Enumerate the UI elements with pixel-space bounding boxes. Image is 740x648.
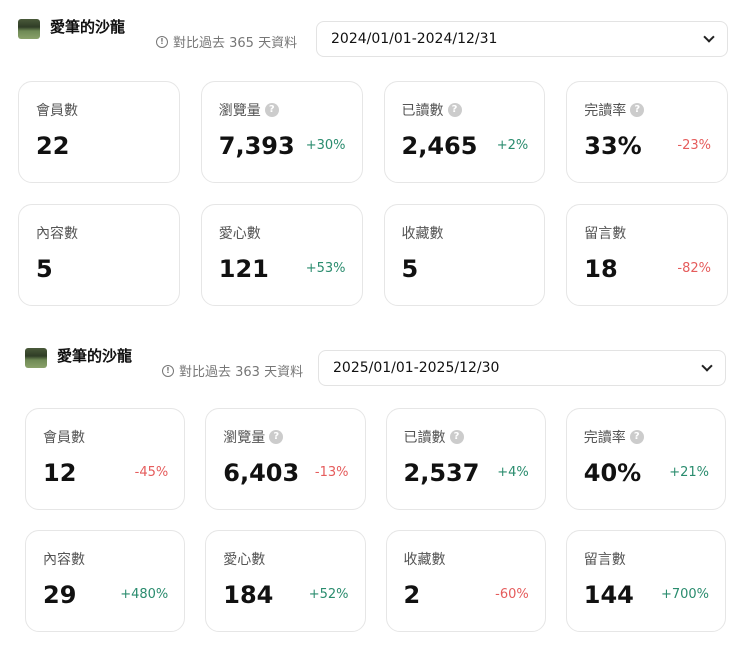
- stat-card: 已讀數? 2,537 +4%: [385, 408, 546, 510]
- compare-text: 對比過去 363 天資料: [179, 365, 304, 380]
- stat-change: +4%: [497, 465, 529, 480]
- stat-label: 已讀數: [403, 430, 446, 446]
- compare-text: 對比過去 365 天資料: [173, 36, 298, 51]
- info-icon: !: [156, 35, 168, 48]
- stat-change: +53%: [305, 261, 346, 276]
- chevron-down-icon: [703, 31, 715, 43]
- date-range-value: 2024/01/01-2024/12/31: [331, 31, 498, 47]
- stat-value: 2,465: [401, 132, 478, 160]
- stats-grid: 會員數 22 瀏覽量? 7,393 +30% 已讀數? 2,465 +2% 完讀…: [18, 81, 728, 306]
- chevron-down-icon: [701, 360, 713, 372]
- stat-change: +480%: [120, 587, 169, 602]
- stat-value: 184: [223, 581, 274, 609]
- date-range-value: 2025/01/01-2025/12/30: [333, 360, 500, 376]
- stat-value: 6,403: [223, 459, 300, 487]
- stat-value: 33%: [584, 132, 642, 160]
- section-header: 愛筆的沙龍 ! 對比過去 365 天資料 2024/01/01-2024/12/3…: [18, 15, 728, 65]
- stat-card: 已讀數? 2,465 +2%: [383, 81, 546, 183]
- stat-card: 完讀率? 40% +21%: [565, 408, 726, 510]
- stat-value: 7,393: [218, 132, 295, 160]
- stat-change: +700%: [660, 587, 709, 602]
- help-icon[interactable]: ?: [269, 430, 284, 444]
- stat-label: 愛心數: [218, 226, 261, 242]
- help-icon[interactable]: ?: [264, 103, 279, 117]
- stats-section-2024: 愛筆的沙龍 ! 對比過去 365 天資料 2024/01/01-2024/12/3…: [18, 15, 728, 306]
- stat-card: 收藏數 2 -60%: [385, 530, 546, 632]
- stat-card: 完讀率? 33% -23%: [566, 81, 728, 183]
- stat-value: 22: [36, 132, 70, 160]
- stat-change: -60%: [495, 587, 529, 602]
- stat-value: 29: [43, 581, 77, 609]
- stat-change: +30%: [305, 138, 346, 153]
- stat-card: 瀏覽量? 6,403 -13%: [205, 408, 366, 510]
- stat-label: 已讀數: [401, 103, 444, 119]
- stat-card: 收藏數 5: [383, 204, 546, 306]
- stat-card: 愛心數 121 +53%: [200, 204, 363, 306]
- stat-value: 18: [584, 255, 618, 283]
- stat-value: 121: [218, 255, 269, 283]
- stat-value: 2: [403, 581, 421, 609]
- stat-label: 留言數: [583, 552, 626, 568]
- section-header: 愛筆的沙龍 ! 對比過去 363 天資料 2025/01/01-2025/12/3…: [25, 344, 726, 394]
- stats-section-2025: 愛筆的沙龍 ! 對比過去 363 天資料 2025/01/01-2025/12/3…: [25, 344, 726, 632]
- stat-card: 內容數 5: [18, 204, 180, 306]
- info-icon: !: [162, 364, 174, 377]
- stat-card: 會員數 12 -45%: [25, 408, 186, 510]
- stat-card: 留言數 144 +700%: [565, 530, 726, 632]
- stat-value: 12: [43, 459, 77, 487]
- stat-label: 瀏覽量: [218, 103, 261, 119]
- stat-value: 5: [36, 255, 53, 283]
- stat-value: 144: [583, 581, 634, 609]
- stat-change: +2%: [496, 138, 529, 153]
- stat-value: 40%: [583, 459, 642, 487]
- stats-grid: 會員數 12 -45% 瀏覽量? 6,403 -13% 已讀數? 2,537 +…: [25, 408, 726, 632]
- compare-note: ! 對比過去 363 天資料: [162, 361, 303, 380]
- stat-change: +52%: [308, 587, 349, 602]
- date-range-select[interactable]: 2024/01/01-2024/12/31: [316, 21, 728, 57]
- stat-change: -23%: [677, 138, 711, 153]
- stat-label: 留言數: [584, 226, 627, 242]
- stat-label: 愛心數: [223, 552, 266, 568]
- compare-note: ! 對比過去 365 天資料: [156, 32, 297, 51]
- stat-card: 內容數 29 +480%: [25, 530, 186, 632]
- stat-label: 內容數: [43, 552, 85, 568]
- date-range-select[interactable]: 2025/01/01-2025/12/30: [318, 350, 726, 386]
- stat-label: 收藏數: [403, 552, 446, 568]
- stat-card: 愛心數 184 +52%: [205, 530, 366, 632]
- help-icon[interactable]: ?: [630, 103, 645, 117]
- stat-change: -45%: [134, 465, 169, 480]
- salon-title: 愛筆的沙龍: [50, 18, 126, 36]
- stat-change: -13%: [314, 465, 349, 480]
- stat-label: 收藏數: [401, 226, 444, 242]
- stat-label: 內容數: [36, 226, 78, 242]
- salon-avatar: [25, 348, 47, 368]
- stat-change: -82%: [677, 261, 711, 276]
- stat-value: 2,537: [403, 459, 480, 487]
- stat-card: 留言數 18 -82%: [566, 204, 728, 306]
- stat-label: 瀏覽量: [223, 430, 266, 446]
- stat-label: 完讀率: [583, 430, 626, 446]
- stat-card: 瀏覽量? 7,393 +30%: [200, 81, 363, 183]
- stat-label: 完讀率: [584, 103, 627, 119]
- stat-label: 會員數: [43, 430, 85, 446]
- stat-card: 會員數 22: [18, 81, 180, 183]
- stat-change: +21%: [669, 465, 709, 480]
- help-icon[interactable]: ?: [629, 430, 644, 444]
- salon-title: 愛筆的沙龍: [57, 347, 133, 365]
- help-icon[interactable]: ?: [449, 430, 464, 444]
- stat-label: 會員數: [36, 103, 78, 119]
- salon-avatar: [18, 19, 40, 39]
- stat-value: 5: [401, 255, 419, 283]
- help-icon[interactable]: ?: [447, 103, 462, 117]
